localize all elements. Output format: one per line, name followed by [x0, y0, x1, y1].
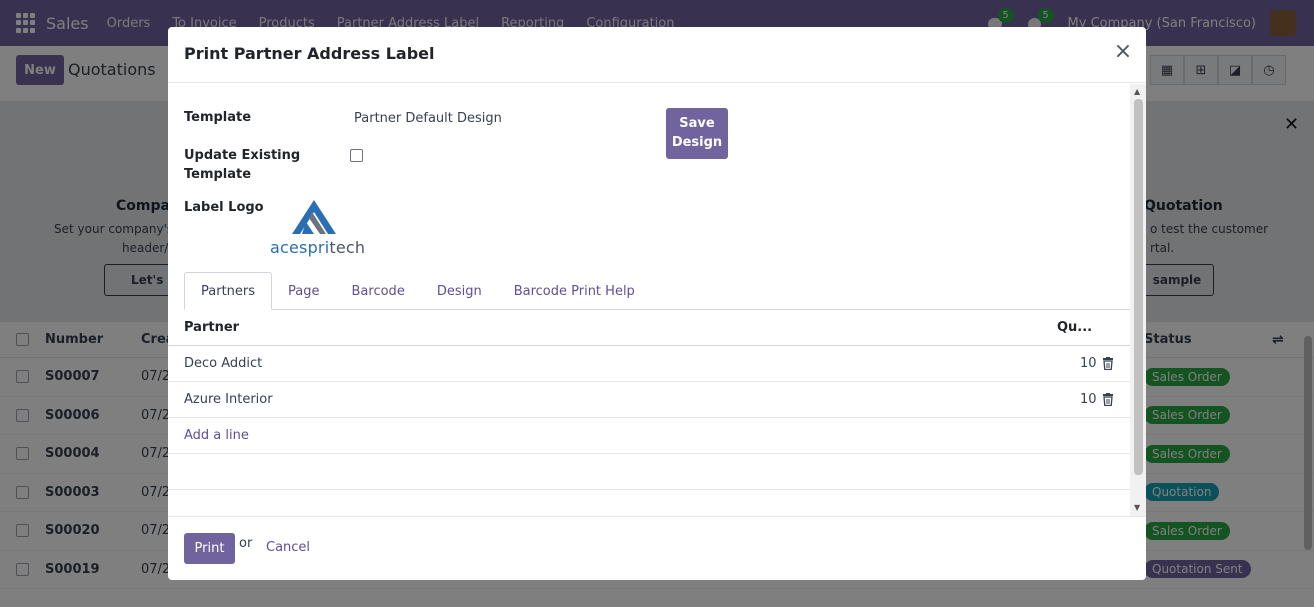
scroll-up-arrow-icon[interactable]: ▲ [1134, 87, 1140, 96]
logo-mark-icon [292, 200, 336, 234]
partners-table-header: Partner Qu... [168, 310, 1130, 346]
partners-table: Partner Qu... Deco Addict 10 Azure Inter… [168, 310, 1130, 490]
update-template-label: Update Existing Template [184, 148, 301, 182]
template-label: Template [184, 110, 252, 125]
template-field[interactable]: Partner Default Design [354, 111, 502, 126]
column-partner[interactable]: Partner [184, 320, 239, 335]
dialog-tabs: Partners Page Barcode Design Barcode Pri… [184, 272, 1130, 310]
dialog-body: Template Partner Default Design Save Des… [168, 84, 1130, 516]
print-label-dialog: Print Partner Address Label × Template P… [168, 27, 1146, 580]
partner-name[interactable]: Deco Addict [184, 356, 262, 371]
close-icon[interactable]: × [1112, 41, 1134, 63]
or-separator: or [239, 536, 253, 551]
scroll-down-arrow-icon[interactable]: ▼ [1134, 503, 1140, 512]
dialog-footer: Print or Cancel [168, 516, 1146, 580]
tab-partners[interactable]: Partners [184, 272, 273, 310]
tab-page[interactable]: Page [272, 272, 335, 310]
table-row[interactable]: Azure Interior 10 [168, 382, 1130, 418]
tab-barcode-print-help[interactable]: Barcode Print Help [498, 272, 651, 310]
tab-design[interactable]: Design [421, 272, 498, 310]
dialog-title: Print Partner Address Label [184, 44, 435, 63]
save-design-button[interactable]: Save Design [666, 108, 728, 159]
logo-text: acespritech [270, 238, 366, 257]
trash-icon[interactable] [1102, 393, 1114, 406]
tab-barcode[interactable]: Barcode [336, 272, 421, 310]
partner-quantity[interactable]: 10 [1080, 392, 1097, 407]
cancel-button[interactable]: Cancel [266, 540, 310, 555]
add-line-link[interactable]: Add a line [184, 428, 249, 443]
table-row[interactable]: Deco Addict 10 [168, 346, 1130, 382]
trash-icon[interactable] [1102, 357, 1114, 370]
empty-row [168, 454, 1130, 490]
company-logo[interactable]: acespritech [268, 198, 366, 258]
add-line-row: Add a line [168, 418, 1130, 454]
label-logo-label: Label Logo [184, 200, 264, 215]
partner-quantity[interactable]: 10 [1080, 356, 1097, 371]
column-quantity[interactable]: Qu... [1057, 320, 1092, 335]
update-template-checkbox[interactable] [350, 149, 363, 162]
dialog-scrollbar-thumb[interactable] [1134, 99, 1143, 475]
partner-name[interactable]: Azure Interior [184, 392, 273, 407]
print-button[interactable]: Print [184, 533, 235, 564]
dialog-header: Print Partner Address Label × [168, 27, 1146, 83]
